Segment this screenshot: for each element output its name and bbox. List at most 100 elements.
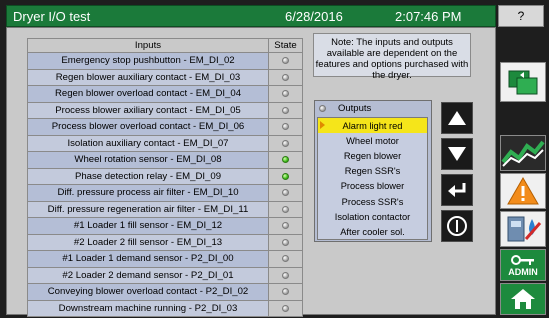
dryer-status-button[interactable] bbox=[500, 211, 546, 247]
state-led-off bbox=[282, 238, 289, 246]
input-state-cell bbox=[268, 233, 303, 251]
output-item-label: Alarm light red bbox=[342, 120, 403, 131]
input-label: Diff. pressure regeneration air filter -… bbox=[27, 200, 269, 218]
input-label: Phase detection relay - EM_DI_09 bbox=[27, 167, 269, 185]
output-item[interactable]: Regen blower bbox=[318, 148, 427, 163]
state-led-off bbox=[282, 106, 289, 114]
title-bar: Dryer I/O test 6/28/2016 2:07:46 PM bbox=[6, 5, 496, 27]
date-display: 6/28/2016 bbox=[285, 8, 343, 24]
input-state-cell bbox=[268, 101, 303, 119]
output-state-led bbox=[319, 105, 326, 112]
input-label: Diff. pressure process air filter - EM_D… bbox=[27, 184, 269, 202]
state-led-on bbox=[282, 156, 289, 164]
input-state-cell bbox=[268, 299, 303, 317]
output-item[interactable]: After cooler sol. bbox=[318, 224, 427, 239]
input-state-cell bbox=[268, 283, 303, 301]
key-icon bbox=[511, 255, 534, 265]
input-label: #2 Loader 2 demand sensor - P2_DI_01 bbox=[27, 266, 269, 284]
input-label: Downstream machine running - P2_DI_03 bbox=[27, 299, 269, 317]
output-item-label: Process blower bbox=[340, 181, 405, 192]
output-item[interactable]: Regen SSR's bbox=[318, 164, 427, 179]
screen-swap-icon bbox=[508, 70, 538, 95]
enter-arrow-icon bbox=[448, 183, 466, 197]
state-led-off bbox=[282, 304, 289, 312]
input-row: #2 Loader 2 demand sensor - P2_DI_01 bbox=[27, 266, 303, 284]
outputs-list[interactable]: Alarm light red Wheel motor Regen blower Re… bbox=[317, 117, 428, 240]
input-state-cell bbox=[268, 266, 303, 284]
input-row: Regen blower auxiliary contact - EM_DI_0… bbox=[27, 68, 303, 86]
note-box: Note: The inputs and outputs available a… bbox=[313, 33, 471, 81]
input-row: #1 Loader 1 fill sensor - EM_DI_12 bbox=[27, 217, 303, 235]
input-row: Diff. pressure process air filter - EM_D… bbox=[27, 184, 303, 202]
outputs-header: Outputs bbox=[315, 101, 431, 116]
input-label: Conveying blower overload contact - P2_D… bbox=[27, 283, 269, 301]
input-label: #1 Loader 1 fill sensor - EM_DI_12 bbox=[27, 217, 269, 235]
home-button[interactable] bbox=[500, 283, 546, 315]
input-label: Process blower overload contact - EM_DI_… bbox=[27, 118, 269, 136]
state-led-off bbox=[282, 57, 289, 65]
input-label: #2 Loader 2 fill sensor - EM_DI_13 bbox=[27, 233, 269, 251]
input-label: Regen blower auxiliary contact - EM_DI_0… bbox=[27, 68, 269, 86]
input-state-cell bbox=[268, 167, 303, 185]
selection-pointer-icon bbox=[320, 121, 325, 129]
output-item[interactable]: Isolation contactor bbox=[318, 209, 427, 224]
input-label: Wheel rotation sensor - EM_DI_08 bbox=[27, 151, 269, 169]
input-state-cell bbox=[268, 151, 303, 169]
admin-label: ADMIN bbox=[508, 267, 538, 277]
arrow-up-icon bbox=[448, 111, 466, 125]
state-led-off bbox=[282, 73, 289, 81]
help-button[interactable]: ? bbox=[498, 5, 544, 27]
state-led-off bbox=[282, 90, 289, 98]
state-led-off bbox=[282, 123, 289, 131]
state-led-off bbox=[282, 271, 289, 279]
state-led-off bbox=[282, 222, 289, 230]
home-icon bbox=[511, 289, 535, 309]
admin-button[interactable]: ADMIN bbox=[500, 249, 546, 281]
screen-change-button[interactable] bbox=[500, 62, 546, 102]
output-item[interactable]: Process blower bbox=[318, 179, 427, 194]
outputs-panel: Outputs Alarm light red Wheel motor Regen … bbox=[314, 100, 432, 242]
main-panel: Inputs State Emergency stop pushbutton -… bbox=[6, 27, 496, 317]
input-state-cell bbox=[268, 134, 303, 152]
output-item[interactable]: Alarm light red bbox=[318, 118, 427, 134]
input-row: Process blower overload contact - EM_DI_… bbox=[27, 118, 303, 136]
state-led-off bbox=[282, 205, 289, 213]
scroll-down-button[interactable] bbox=[441, 138, 473, 170]
output-item-label: Regen SSR's bbox=[344, 166, 401, 177]
output-item[interactable]: Process SSR's bbox=[318, 194, 427, 209]
input-state-cell bbox=[268, 85, 303, 103]
alarms-button[interactable] bbox=[500, 173, 546, 209]
input-state-cell bbox=[268, 217, 303, 235]
output-item-label: Isolation contactor bbox=[334, 211, 411, 222]
input-state-cell bbox=[268, 200, 303, 218]
outputs-header-label: Outputs bbox=[338, 103, 372, 114]
scroll-up-button[interactable] bbox=[441, 102, 473, 134]
inputs-table: Inputs State Emergency stop pushbutton -… bbox=[27, 38, 303, 317]
trend-chart-icon bbox=[501, 140, 545, 167]
input-label: Regen blower overload contact - EM_DI_04 bbox=[27, 85, 269, 103]
input-row: Isolation auxiliary contact - EM_DI_07 bbox=[27, 134, 303, 152]
input-label: Process blower axiliary contact - EM_DI_… bbox=[27, 101, 269, 119]
input-row: Process blower axiliary contact - EM_DI_… bbox=[27, 101, 303, 119]
output-item-label: Regen blower bbox=[343, 150, 402, 161]
state-led-off bbox=[282, 288, 289, 296]
dryer-icon bbox=[507, 216, 542, 242]
input-label: Isolation auxiliary contact - EM_DI_07 bbox=[27, 134, 269, 152]
trends-button[interactable] bbox=[500, 135, 546, 171]
state-led-off bbox=[282, 189, 289, 197]
input-state-cell bbox=[268, 68, 303, 86]
dryer-io-test-screen: Dryer I/O test 6/28/2016 2:07:46 PM ? In… bbox=[0, 0, 549, 318]
input-row: Conveying blower overload contact - P2_D… bbox=[27, 283, 303, 301]
toggle-output-button[interactable] bbox=[441, 210, 473, 242]
output-item[interactable]: Wheel motor bbox=[318, 133, 427, 148]
input-row: Phase detection relay - EM_DI_09 bbox=[27, 167, 303, 185]
time-display: 2:07:46 PM bbox=[395, 8, 462, 24]
input-label: Emergency stop pushbutton - EM_DI_02 bbox=[27, 52, 269, 70]
input-state-cell bbox=[268, 250, 303, 268]
state-led-off bbox=[282, 139, 289, 147]
output-item-label: Wheel motor bbox=[346, 135, 399, 146]
arrow-down-icon bbox=[448, 147, 466, 161]
enter-button[interactable] bbox=[441, 174, 473, 206]
power-toggle-icon bbox=[447, 216, 467, 236]
input-state-cell bbox=[268, 184, 303, 202]
